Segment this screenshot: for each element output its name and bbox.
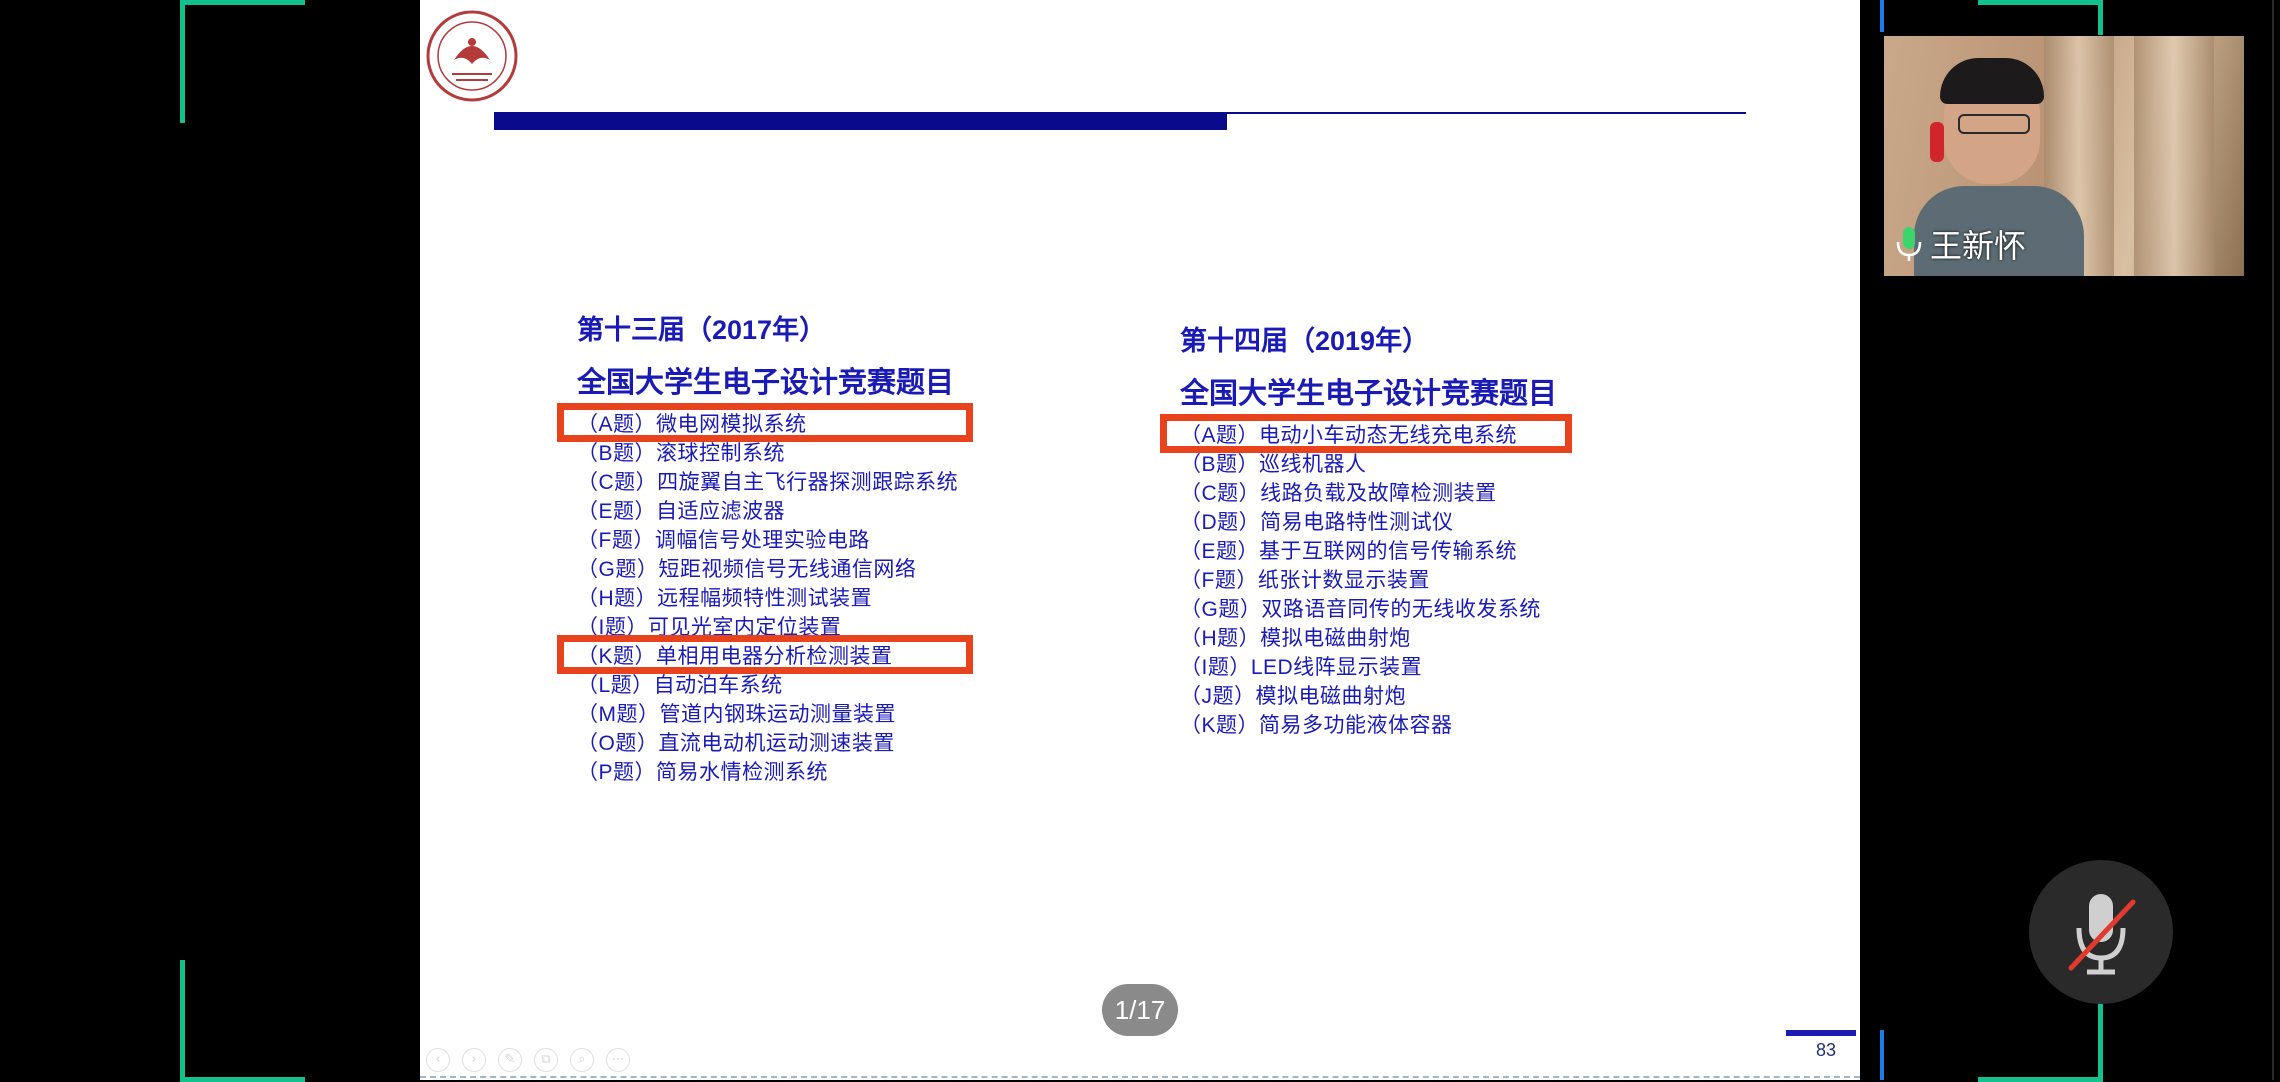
problem-item: （D题）简易电路特性测试仪 bbox=[1180, 511, 1454, 534]
contest-2017-column: 第十三届（2017年） 全国大学生电子设计竞赛题目 （A题）微电网模拟系统 （B… bbox=[556, 312, 974, 787]
edition-heading: 第十三届（2017年） bbox=[577, 315, 827, 345]
page-indicator[interactable]: 1/17 bbox=[1102, 984, 1178, 1036]
problem-list: （A题）电动小车动态无线充电系统 （B题）巡线机器人 （C题）线路负载及故障检测… bbox=[1159, 414, 1573, 740]
problem-item: （H题）模拟电磁曲射炮 bbox=[1180, 627, 1411, 650]
shared-slide: 第十三届（2017年） 全国大学生电子设计竞赛题目 （A题）微电网模拟系统 （B… bbox=[420, 0, 1860, 1080]
problem-item: （C题）四旋翼自主飞行器探测跟踪系统 bbox=[577, 471, 959, 494]
participant-video-tile[interactable]: 王新怀 bbox=[1884, 36, 2244, 276]
participant-headset bbox=[1930, 122, 1944, 162]
presentation-toolbar: ‹ › ✎ ⧉ ⌕ ⋯ bbox=[426, 1048, 630, 1072]
more-icon[interactable]: ⋯ bbox=[606, 1048, 630, 1072]
problem-list: （A题）微电网模拟系统 （B题）滚球控制系统 （C题）四旋翼自主飞行器探测跟踪系… bbox=[556, 403, 974, 787]
tile-edge-top bbox=[1880, 0, 1884, 32]
mic-active-icon bbox=[1896, 227, 1922, 261]
problem-item-highlighted: （A题）电动小车动态无线充电系统 bbox=[1159, 414, 1573, 453]
participant-label: 王新怀 bbox=[1894, 221, 2026, 267]
problem-item: （L题）自动泊车系统 bbox=[577, 674, 783, 697]
next-icon[interactable]: › bbox=[462, 1048, 486, 1072]
problem-item: （G题）双路语音同传的无线收发系统 bbox=[1180, 598, 1541, 621]
problem-item: （H题）远程幅频特性测试装置 bbox=[577, 587, 873, 610]
problem-item: （J题）模拟电磁曲射炮 bbox=[1180, 685, 1406, 708]
mute-toggle-button[interactable] bbox=[2029, 860, 2173, 1004]
problem-item: （E题）自适应滤波器 bbox=[577, 500, 786, 523]
prev-icon[interactable]: ‹ bbox=[426, 1048, 450, 1072]
edition-heading: 第十四届（2019年） bbox=[1180, 326, 1430, 356]
problem-item-highlighted: （K题）单相用电器分析检测装置 bbox=[556, 635, 974, 674]
problem-item: （G题）短距视频信号无线通信网络 bbox=[577, 558, 917, 581]
problem-item: （E题）基于互联网的信号传输系统 bbox=[1180, 540, 1518, 563]
bottom-divider bbox=[420, 1076, 1860, 1080]
window-edge bbox=[2272, 0, 2274, 1080]
screen-corner-top-left bbox=[180, 0, 305, 123]
problem-item-highlighted: （A题）微电网模拟系统 bbox=[556, 403, 974, 442]
problem-item: （I题）LED线阵显示装置 bbox=[1180, 656, 1423, 679]
copy-icon[interactable]: ⧉ bbox=[534, 1048, 558, 1072]
problem-item: （K题）简易多功能液体容器 bbox=[1180, 714, 1453, 737]
header-bar bbox=[494, 114, 1227, 130]
problem-item: （B题）滚球控制系统 bbox=[577, 442, 786, 465]
problem-item: （B题）巡线机器人 bbox=[1180, 453, 1367, 476]
problem-item: （C题）线路负载及故障检测装置 bbox=[1180, 482, 1497, 505]
participant-glasses bbox=[1958, 114, 2030, 134]
pen-icon[interactable]: ✎ bbox=[498, 1048, 522, 1072]
screen-corner-bottom-left bbox=[180, 960, 305, 1082]
mic-muted-icon bbox=[2068, 894, 2136, 975]
background-curtain bbox=[2134, 36, 2214, 276]
problem-item: （O题）直流电动机运动测速装置 bbox=[577, 732, 895, 755]
problem-item: （F题）纸张计数显示装置 bbox=[1180, 569, 1430, 592]
tile-edge-bottom bbox=[1880, 1030, 1884, 1080]
zoom-icon[interactable]: ⌕ bbox=[570, 1048, 594, 1072]
problem-item: （P题）简易水情检测系统 bbox=[577, 761, 829, 784]
problem-item: （I题）可见光室内定位装置 bbox=[577, 616, 842, 639]
screen-corner-top-right bbox=[1978, 0, 2103, 35]
university-logo bbox=[426, 10, 518, 102]
problem-item: （M题）管道内钢珠运动测量装置 bbox=[577, 703, 896, 726]
participant-name: 王新怀 bbox=[1930, 227, 2027, 265]
contest-title: 全国大学生电子设计竞赛题目 bbox=[577, 367, 955, 399]
problem-item: （F题）调幅信号处理实验电路 bbox=[577, 529, 870, 552]
contest-2019-column: 第十四届（2019年） 全国大学生电子设计竞赛题目 （A题）电动小车动态无线充电… bbox=[1159, 323, 1573, 740]
slide-number: 83 bbox=[1816, 1040, 1837, 1060]
contest-title: 全国大学生电子设计竞赛题目 bbox=[1180, 378, 1558, 410]
participant-hair bbox=[1940, 58, 2044, 104]
footer-accent-bar bbox=[1786, 1030, 1856, 1036]
